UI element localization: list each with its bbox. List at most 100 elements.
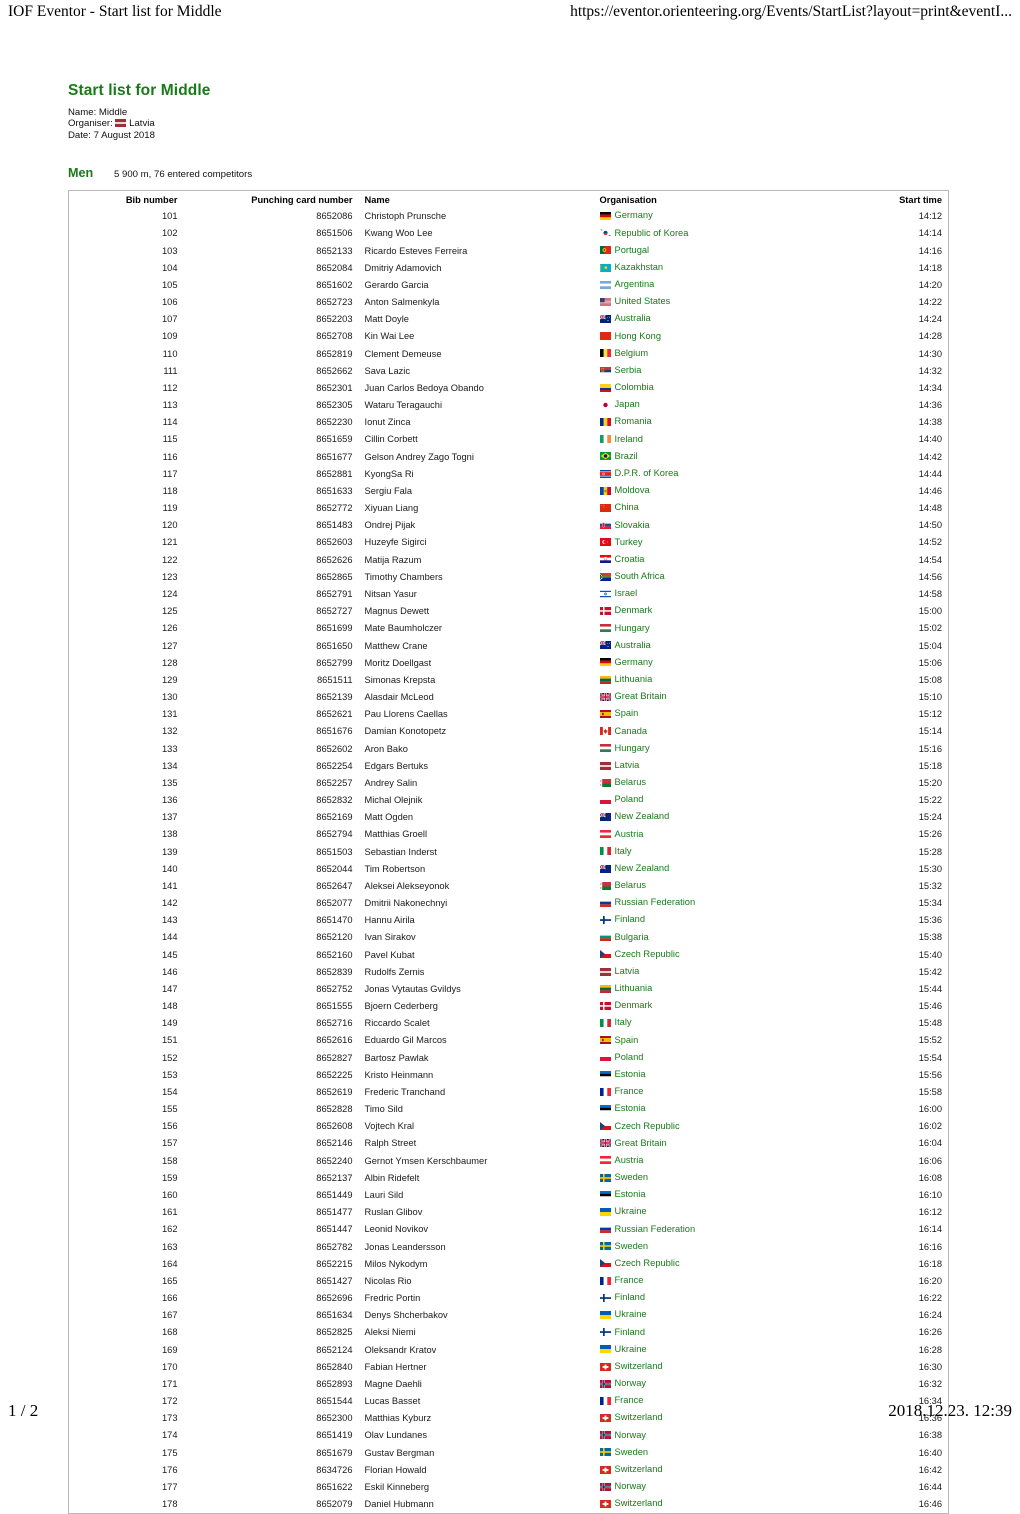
flag-fr-icon <box>599 1276 611 1285</box>
cell-start-time: 15:42 <box>918 966 942 977</box>
cell-start-time: 14:48 <box>918 503 942 514</box>
cell-start-time: 16:22 <box>918 1293 942 1304</box>
cell-bib-number: 147 <box>161 983 178 994</box>
cell-start-time: 14:20 <box>918 279 942 290</box>
cell-start-time: 15:56 <box>918 1069 942 1080</box>
cell-punching-card: 8652133 <box>316 245 353 256</box>
organisation-label: New Zealand <box>614 862 670 873</box>
organisation-label: Lithuania <box>614 674 653 685</box>
cell-punching-card: 8652825 <box>316 1327 353 1338</box>
cell-bib-number: 165 <box>161 1275 178 1286</box>
cell-punching-card: 8652608 <box>316 1121 353 1132</box>
flag-dk-icon <box>599 1001 611 1010</box>
class-header: Men 5 900 m, 76 entered competitors <box>68 166 950 180</box>
cell-punching-card: 8651699 <box>316 623 353 634</box>
event-name-line: Name: Middle <box>68 107 128 118</box>
cell-punching-card: 8652079 <box>316 1499 353 1510</box>
flag-rs-icon <box>599 366 611 375</box>
table-row: 178 8652079 Daniel Hubmann Switzerland 16:46 <box>69 1496 949 1514</box>
organisation-label: Estonia <box>614 1189 646 1200</box>
cell-start-time: 15:34 <box>918 898 942 909</box>
start-list-table: Bib number Punching card number Name Org… <box>68 190 949 1514</box>
cell-punching-card: 8634726 <box>316 1464 353 1475</box>
flag-lt-icon <box>599 675 611 684</box>
cell-name: Magnus Dewett <box>364 606 430 617</box>
table-row: 161 8651477 Ruslan Glibov Ukraine 16:12 <box>69 1204 949 1221</box>
organisation-label: Latvia <box>614 759 640 770</box>
cell-bib-number: 121 <box>161 537 178 548</box>
cell-name: Eduardo Gil Marcos <box>364 1035 447 1046</box>
column-header-punching-card: Punching card number <box>251 195 353 206</box>
table-row: 147 8652752 Jonas Vytautas Gvildys Lithuani… <box>69 981 949 998</box>
cell-start-time: 16:32 <box>918 1378 942 1389</box>
cell-organisation: Czech Republic <box>594 1256 839 1273</box>
cell-organisation: Estonia <box>594 1187 839 1204</box>
cell-name: Gustav Bergman <box>364 1447 435 1458</box>
event-organiser-label: Organiser: <box>68 118 113 130</box>
organisation-label: Finland <box>614 1326 646 1337</box>
cell-punching-card: 8652752 <box>316 983 353 994</box>
event-organiser-line: Organiser: Latvia <box>68 118 950 129</box>
cell-organisation: China <box>594 500 839 517</box>
flag-ua-icon <box>599 1207 611 1216</box>
cell-name: Aleksei Alekseyonok <box>364 880 450 891</box>
flag-de-icon <box>599 658 611 667</box>
cell-bib-number: 157 <box>161 1138 178 1149</box>
cell-bib-number: 148 <box>161 1001 178 1012</box>
table-row: 146 8652839 Rudolfs Zernis Latvia 15:42 <box>69 964 949 981</box>
cell-name: Rudolfs Zernis <box>364 966 425 977</box>
cell-bib-number: 123 <box>161 571 178 582</box>
table-row: 131 8652621 Pau Llorens Caellas Spain 15:12 <box>69 706 949 723</box>
cell-bib-number: 109 <box>161 331 178 342</box>
flag-au-icon <box>599 315 611 324</box>
table-row: 169 8652124 Oleksandr Kratov Ukraine 16:28 <box>69 1342 949 1359</box>
cell-bib-number: 106 <box>161 297 178 308</box>
cell-punching-card: 8652240 <box>316 1155 353 1166</box>
cell-punching-card: 8652169 <box>316 812 353 823</box>
cell-bib-number: 119 <box>162 503 178 514</box>
cell-name: Edgars Bertuks <box>364 760 429 771</box>
flag-md-icon <box>599 486 611 495</box>
cell-punching-card: 8652782 <box>316 1241 353 1252</box>
organisation-label: Romania <box>614 416 652 427</box>
cell-start-time: 15:00 <box>918 606 942 617</box>
organisation-label: Israel <box>614 588 638 599</box>
organisation-label: Italy <box>614 845 632 856</box>
cell-start-time: 14:12 <box>918 211 942 222</box>
cell-organisation: Great Britain <box>594 1136 839 1153</box>
cell-punching-card: 8651555 <box>316 1001 353 1012</box>
flag-no-icon <box>599 1482 611 1491</box>
cell-start-time: 15:44 <box>918 983 942 994</box>
organisation-label: Czech Republic <box>614 1257 680 1268</box>
cell-punching-card: 8652146 <box>316 1138 353 1149</box>
cell-name: Ralph Street <box>364 1138 417 1149</box>
cell-organisation: Bulgaria <box>594 929 839 946</box>
cell-name: Nicolas Rio <box>364 1275 412 1286</box>
cell-bib-number: 159 <box>161 1172 178 1183</box>
cell-name: Xiyuan Liang <box>364 503 419 514</box>
cell-start-time: 14:44 <box>918 468 942 479</box>
cell-bib-number: 153 <box>161 1069 178 1080</box>
organisation-label: Italy <box>614 1017 632 1028</box>
cell-bib-number: 116 <box>162 451 178 462</box>
organisation-label: Colombia <box>614 382 654 393</box>
table-row: 145 8652160 Pavel Kubat Czech Republic 15:40 <box>69 947 949 964</box>
flag-de-icon <box>599 212 611 220</box>
table-row: 105 8651602 Gerardo Garcia Argentina 14:20 <box>69 277 949 294</box>
organisation-label: Slovakia <box>614 519 650 530</box>
cell-punching-card: 8651449 <box>316 1190 353 1200</box>
flag-co-icon <box>599 383 611 392</box>
cell-organisation: Australia <box>594 638 839 655</box>
cell-bib-number: 143 <box>161 915 178 926</box>
flag-at-icon <box>599 830 611 839</box>
cell-punching-card: 8651676 <box>316 726 353 737</box>
cell-start-time: 16:24 <box>918 1310 942 1321</box>
flag-ar-icon <box>599 280 611 289</box>
table-row: 175 8651679 Gustav Bergman Sweden 16:40 <box>69 1445 949 1462</box>
cell-start-time: 16:08 <box>918 1172 942 1183</box>
cell-organisation: Italy <box>594 1015 839 1032</box>
cell-punching-card: 8652839 <box>316 966 353 977</box>
table-row: 116 8651677 Gelson Andrey Zago Togni Brazil… <box>69 449 949 466</box>
cell-name: Matt Ogden <box>364 812 414 823</box>
table-row: 143 8651470 Hannu Airila Finland 15:36 <box>69 912 949 929</box>
